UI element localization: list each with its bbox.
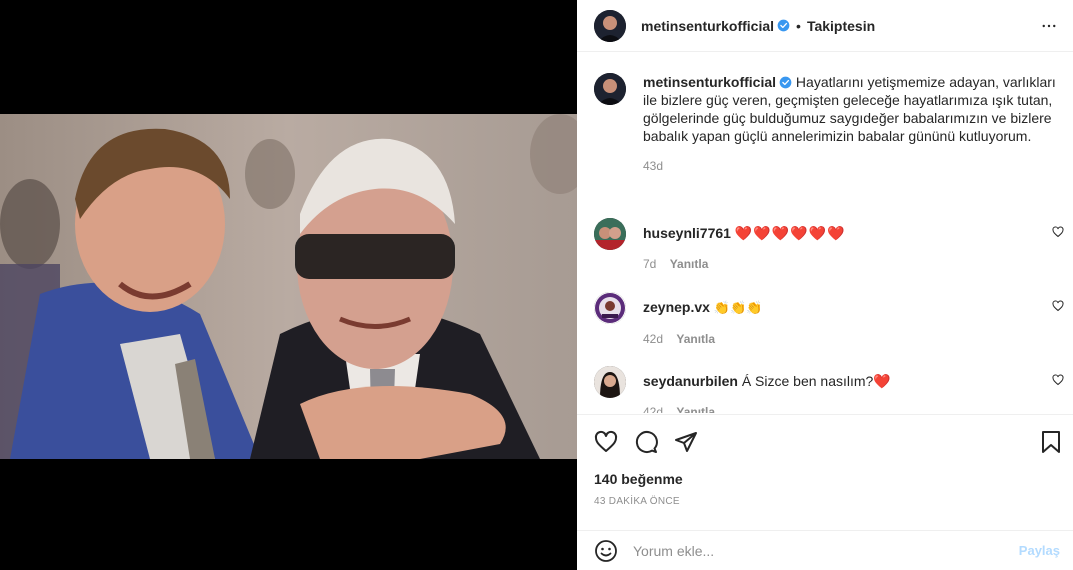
comment-text-line: zeynep.vx 👏👏👏 bbox=[643, 298, 1064, 317]
post-time-ago[interactable]: 43 DAKİKA ÖNCE bbox=[594, 496, 680, 507]
caption-timestamp[interactable]: 43d bbox=[643, 159, 1064, 173]
comment-like-heart-icon[interactable] bbox=[1052, 226, 1064, 238]
comment-like-heart-icon[interactable] bbox=[1052, 374, 1064, 386]
reply-button[interactable]: Yanıtla bbox=[670, 257, 709, 271]
post-details-panel: metinsenturkofficial • Takiptesin metins… bbox=[577, 0, 1073, 570]
reply-button[interactable]: Yanıtla bbox=[676, 332, 715, 346]
comment-username[interactable]: huseynli7761 bbox=[643, 225, 731, 241]
avatar-image bbox=[594, 9, 626, 42]
comment-icon[interactable] bbox=[634, 430, 658, 454]
comment-input[interactable] bbox=[633, 539, 1003, 563]
caption-text-block: metinsenturkofficial Hayatlarını yetişme… bbox=[643, 73, 1064, 145]
caption-username[interactable]: metinsenturkofficial bbox=[643, 74, 776, 90]
comment-timestamp[interactable]: 42d bbox=[643, 332, 663, 346]
avatar-image bbox=[594, 218, 626, 250]
comment-text-line: huseynli7761 ❤️❤️❤️❤️❤️❤️ bbox=[643, 224, 1064, 242]
separator-dot: • bbox=[796, 17, 801, 34]
avatar[interactable] bbox=[594, 218, 626, 250]
comment-meta: 42d Yanıtla bbox=[643, 332, 1064, 346]
comment-username[interactable]: seydanurbilen bbox=[643, 373, 738, 389]
comment-item: seydanurbilen Á Sizce ben nasılım?❤️ 42d… bbox=[594, 366, 1064, 413]
comment-text: 👏👏👏 bbox=[713, 300, 763, 315]
comment-timestamp[interactable]: 7d bbox=[643, 257, 656, 271]
comment-meta: 42d Yanıtla bbox=[643, 405, 1064, 413]
post-comment-button[interactable]: Paylaş bbox=[1019, 543, 1060, 558]
avatar[interactable] bbox=[594, 9, 626, 42]
more-options-icon[interactable] bbox=[1040, 17, 1058, 35]
comment-text: ❤️❤️❤️❤️❤️❤️ bbox=[734, 225, 846, 241]
comment-meta: 7d Yanıtla bbox=[643, 257, 1064, 271]
avatar[interactable] bbox=[594, 73, 626, 105]
add-comment-bar: Paylaş bbox=[577, 530, 1073, 570]
heart-icon[interactable] bbox=[594, 430, 618, 454]
verified-badge-icon bbox=[777, 19, 790, 32]
likes-count[interactable]: 140 beğenme bbox=[594, 471, 683, 487]
emoji-icon[interactable] bbox=[594, 539, 618, 563]
comment-text-line: seydanurbilen Á Sizce ben nasılım?❤️ bbox=[643, 372, 1064, 390]
avatar-image bbox=[594, 292, 626, 324]
post-caption: metinsenturkofficial Hayatlarını yetişme… bbox=[594, 73, 1064, 173]
post-photo[interactable] bbox=[0, 114, 577, 459]
header-username[interactable]: metinsenturkofficial bbox=[641, 18, 774, 34]
comment-text: Á Sizce ben nasılım?❤️ bbox=[741, 373, 891, 389]
comment-username[interactable]: zeynep.vx bbox=[643, 299, 710, 315]
media-pane bbox=[0, 0, 577, 570]
share-icon[interactable] bbox=[674, 430, 698, 454]
post-photo-illustration bbox=[0, 114, 577, 459]
post-actions: 140 beğenme 43 DAKİKA ÖNCE bbox=[577, 414, 1073, 522]
avatar-image bbox=[594, 73, 626, 105]
post-header: metinsenturkofficial • Takiptesin bbox=[577, 0, 1073, 52]
avatar[interactable] bbox=[594, 366, 626, 398]
follow-status-button[interactable]: Takiptesin bbox=[807, 18, 875, 34]
avatar-image bbox=[594, 366, 626, 398]
comment-item: huseynli7761 ❤️❤️❤️❤️❤️❤️ 7d Yanıtla bbox=[594, 218, 1064, 271]
comment-like-heart-icon[interactable] bbox=[1052, 300, 1064, 312]
comments-list[interactable]: metinsenturkofficial Hayatlarını yetişme… bbox=[577, 53, 1073, 413]
comment-item: zeynep.vx 👏👏👏 42d Yanıtla bbox=[594, 292, 1064, 346]
comment-timestamp[interactable]: 42d bbox=[643, 405, 663, 413]
bookmark-icon[interactable] bbox=[1039, 430, 1063, 454]
reply-button[interactable]: Yanıtla bbox=[676, 405, 715, 413]
avatar[interactable] bbox=[594, 292, 626, 324]
verified-badge-icon bbox=[779, 76, 792, 89]
